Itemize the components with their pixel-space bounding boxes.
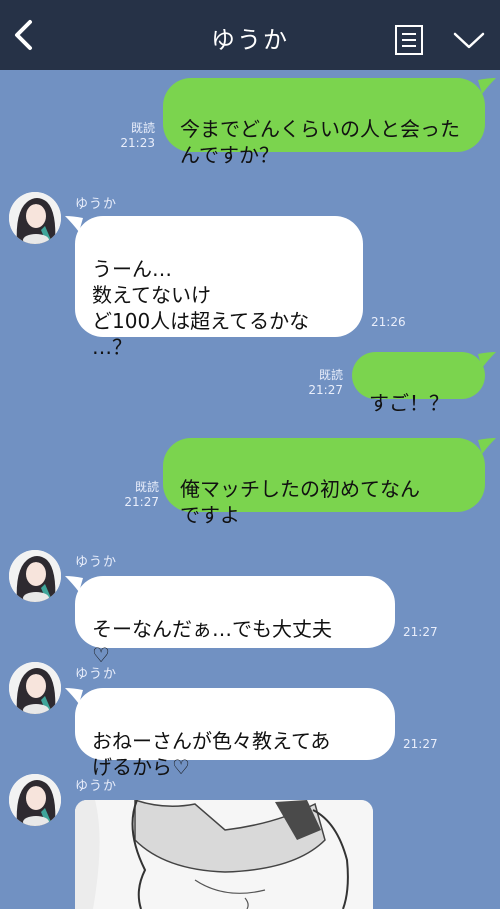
timestamp: 21:27: [403, 625, 438, 639]
read-receipt: 既読: [134, 480, 159, 494]
timestamp: 21:26: [371, 315, 406, 329]
message-text: そーなんだぁ…でも大丈夫 ♡: [92, 617, 332, 667]
chat-header: ゆうか: [0, 0, 500, 70]
timestamp: 21:23: [120, 136, 155, 150]
avatar-image: [9, 662, 61, 714]
outgoing-message-bubble[interactable]: 今までどんくらいの人と会ったんですか？: [163, 78, 485, 167]
sender-name: ゆうか: [75, 197, 118, 212]
avatar[interactable]: [9, 774, 61, 826]
timestamp: 21:27: [308, 383, 343, 397]
message-meta: 既読 21:27: [300, 368, 343, 398]
message-meta: 既読 21:27: [112, 480, 159, 510]
message-text: おねーさんが色々教えてあ げるから♡: [92, 729, 331, 779]
message-text: うーん… 数えてないけ ど100人は超えてるかな …？: [92, 257, 310, 359]
bubble-tail: [478, 352, 496, 368]
avatar[interactable]: [9, 662, 61, 714]
timestamp: 21:27: [124, 495, 159, 509]
image-message[interactable]: [75, 800, 373, 909]
read-receipt: 既読: [130, 121, 155, 135]
message-text: 俺マッチしたの初めてなん ですよ: [180, 477, 420, 527]
message-text: すご！？: [369, 391, 449, 415]
notes-icon[interactable]: [394, 24, 424, 56]
incoming-message-bubble[interactable]: そーなんだぁ…でも大丈夫 ♡: [75, 576, 395, 667]
bubble-tail: [478, 78, 496, 94]
sender-name: ゆうか: [75, 555, 118, 570]
outgoing-message-bubble[interactable]: 俺マッチしたの初めてなん ですよ: [163, 438, 485, 527]
avatar-image: [9, 550, 61, 602]
chevron-down-icon[interactable]: [452, 28, 486, 52]
outgoing-message-bubble[interactable]: すご！？: [352, 352, 485, 415]
chat-title: ゆうか: [211, 26, 289, 54]
avatar-image: [9, 774, 61, 826]
avatar-image: [9, 192, 61, 244]
photo-image: [75, 800, 373, 909]
incoming-message-bubble[interactable]: おねーさんが色々教えてあ げるから♡: [75, 688, 395, 779]
message-meta: 既読 21:23: [112, 121, 155, 151]
message-text: 今までどんくらいの人と会ったんですか？: [180, 117, 460, 167]
read-receipt: 既読: [318, 368, 343, 382]
avatar[interactable]: [9, 550, 61, 602]
bubble-tail: [478, 438, 496, 454]
avatar[interactable]: [9, 192, 61, 244]
incoming-message-bubble[interactable]: うーん… 数えてないけ ど100人は超えてるかな …？: [75, 216, 363, 359]
sender-name: ゆうか: [75, 667, 118, 682]
sender-name: ゆうか: [75, 779, 118, 794]
timestamp: 21:27: [403, 737, 438, 751]
